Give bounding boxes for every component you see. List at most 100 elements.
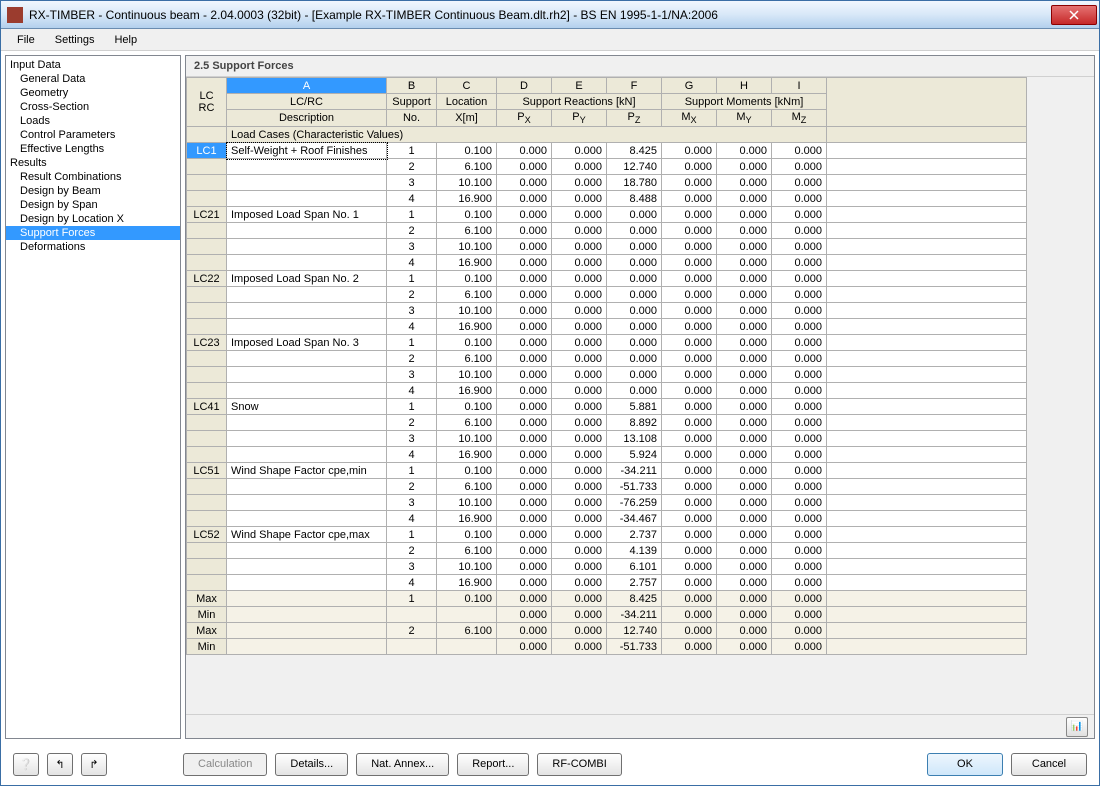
- row-my[interactable]: 0.000: [717, 463, 772, 479]
- row-desc[interactable]: Wind Shape Factor cpe,min: [227, 463, 387, 479]
- row-pz[interactable]: 13.108: [607, 431, 662, 447]
- row-mx[interactable]: 0.000: [662, 207, 717, 223]
- row-desc[interactable]: [227, 559, 387, 575]
- row-pz[interactable]: 2.737: [607, 527, 662, 543]
- row-px[interactable]: 0.000: [497, 175, 552, 191]
- row-lc[interactable]: LC52: [187, 527, 227, 543]
- col-lc-rc[interactable]: LCRC: [187, 78, 227, 127]
- row-pz[interactable]: -51.733: [607, 479, 662, 495]
- row-desc[interactable]: [227, 623, 387, 639]
- row-mz[interactable]: 0.000: [772, 287, 827, 303]
- row-mz[interactable]: 0.000: [772, 639, 827, 655]
- row-x[interactable]: 16.900: [437, 575, 497, 591]
- row-pz[interactable]: -76.259: [607, 495, 662, 511]
- row-my[interactable]: 0.000: [717, 383, 772, 399]
- row-support[interactable]: 1: [387, 271, 437, 287]
- row-x[interactable]: 0.100: [437, 207, 497, 223]
- row-px[interactable]: 0.000: [497, 415, 552, 431]
- col-mz[interactable]: MZ: [772, 110, 827, 127]
- row-pz[interactable]: 6.101: [607, 559, 662, 575]
- row-desc[interactable]: Self-Weight + Roof Finishes: [227, 143, 387, 159]
- row-support[interactable]: [387, 639, 437, 655]
- row-desc[interactable]: [227, 367, 387, 383]
- tree-design-by-location-x[interactable]: Design by Location X: [6, 212, 180, 226]
- row-support[interactable]: 4: [387, 255, 437, 271]
- row-mz[interactable]: 0.000: [772, 175, 827, 191]
- row-pz[interactable]: 0.000: [607, 255, 662, 271]
- row-px[interactable]: 0.000: [497, 271, 552, 287]
- row-py[interactable]: 0.000: [552, 607, 607, 623]
- row-mz[interactable]: 0.000: [772, 415, 827, 431]
- row-mx[interactable]: 0.000: [662, 527, 717, 543]
- row-mz[interactable]: 0.000: [772, 351, 827, 367]
- table-row[interactable]: LC21Imposed Load Span No. 110.1000.0000.…: [187, 207, 1027, 223]
- row-mz[interactable]: 0.000: [772, 143, 827, 159]
- row-support[interactable]: 1: [387, 335, 437, 351]
- row-px[interactable]: 0.000: [497, 335, 552, 351]
- table-row[interactable]: 416.9000.0000.0005.9240.0000.0000.000: [187, 447, 1027, 463]
- row-desc[interactable]: [227, 287, 387, 303]
- row-py[interactable]: 0.000: [552, 415, 607, 431]
- table-row[interactable]: LC41Snow10.1000.0000.0005.8810.0000.0000…: [187, 399, 1027, 415]
- row-my[interactable]: 0.000: [717, 223, 772, 239]
- col-letter-b[interactable]: B: [387, 78, 437, 94]
- row-py[interactable]: 0.000: [552, 639, 607, 655]
- row-support[interactable]: 2: [387, 159, 437, 175]
- row-pz[interactable]: -51.733: [607, 639, 662, 655]
- help-button[interactable]: ❔: [13, 753, 39, 776]
- row-px[interactable]: 0.000: [497, 191, 552, 207]
- col-location[interactable]: Location: [437, 94, 497, 110]
- row-pz[interactable]: 8.425: [607, 143, 662, 159]
- row-my[interactable]: 0.000: [717, 447, 772, 463]
- table-row[interactable]: Min0.0000.000-34.2110.0000.0000.000: [187, 607, 1027, 623]
- row-support[interactable]: 2: [387, 415, 437, 431]
- col-letter-c[interactable]: C: [437, 78, 497, 94]
- row-mx[interactable]: 0.000: [662, 575, 717, 591]
- row-lc[interactable]: LC51: [187, 463, 227, 479]
- row-py[interactable]: 0.000: [552, 559, 607, 575]
- row-px[interactable]: 0.000: [497, 591, 552, 607]
- next-button[interactable]: ↱: [81, 753, 107, 776]
- row-mz[interactable]: 0.000: [772, 479, 827, 495]
- row-x[interactable]: 10.100: [437, 559, 497, 575]
- row-py[interactable]: 0.000: [552, 351, 607, 367]
- row-my[interactable]: 0.000: [717, 287, 772, 303]
- table-row[interactable]: 310.1000.0000.0000.0000.0000.0000.000: [187, 239, 1027, 255]
- row-my[interactable]: 0.000: [717, 351, 772, 367]
- results-grid-wrapper[interactable]: LCRC A B C D E F G H I: [186, 77, 1094, 714]
- row-support[interactable]: 2: [387, 351, 437, 367]
- row-desc[interactable]: Imposed Load Span No. 1: [227, 207, 387, 223]
- row-lc[interactable]: [187, 559, 227, 575]
- row-pz[interactable]: 0.000: [607, 383, 662, 399]
- table-row[interactable]: 26.1000.0000.0000.0000.0000.0000.000: [187, 351, 1027, 367]
- table-row[interactable]: 416.9000.0000.0000.0000.0000.0000.000: [187, 255, 1027, 271]
- row-mx[interactable]: 0.000: [662, 607, 717, 623]
- row-lc[interactable]: LC1: [187, 143, 227, 159]
- col-moments[interactable]: Support Moments [kNm]: [662, 94, 827, 110]
- row-py[interactable]: 0.000: [552, 383, 607, 399]
- row-lc[interactable]: LC21: [187, 207, 227, 223]
- row-support[interactable]: 1: [387, 399, 437, 415]
- table-row[interactable]: 26.1000.0000.0004.1390.0000.0000.000: [187, 543, 1027, 559]
- row-x[interactable]: 0.100: [437, 143, 497, 159]
- tree-result-combinations[interactable]: Result Combinations: [6, 170, 180, 184]
- row-lc[interactable]: [187, 175, 227, 191]
- table-row[interactable]: 26.1000.0000.0000.0000.0000.0000.000: [187, 287, 1027, 303]
- row-px[interactable]: 0.000: [497, 143, 552, 159]
- row-support[interactable]: 2: [387, 623, 437, 639]
- row-px[interactable]: 0.000: [497, 447, 552, 463]
- row-support[interactable]: 3: [387, 431, 437, 447]
- col-letter-h[interactable]: H: [717, 78, 772, 94]
- row-mz[interactable]: 0.000: [772, 447, 827, 463]
- row-py[interactable]: 0.000: [552, 463, 607, 479]
- row-py[interactable]: 0.000: [552, 447, 607, 463]
- row-my[interactable]: 0.000: [717, 543, 772, 559]
- table-row[interactable]: Max10.1000.0000.0008.4250.0000.0000.000: [187, 591, 1027, 607]
- row-lc[interactable]: LC41: [187, 399, 227, 415]
- row-x[interactable]: 0.100: [437, 591, 497, 607]
- row-mz[interactable]: 0.000: [772, 463, 827, 479]
- row-px[interactable]: 0.000: [497, 367, 552, 383]
- table-row[interactable]: LC1Self-Weight + Roof Finishes10.1000.00…: [187, 143, 1027, 159]
- row-px[interactable]: 0.000: [497, 607, 552, 623]
- row-desc[interactable]: [227, 319, 387, 335]
